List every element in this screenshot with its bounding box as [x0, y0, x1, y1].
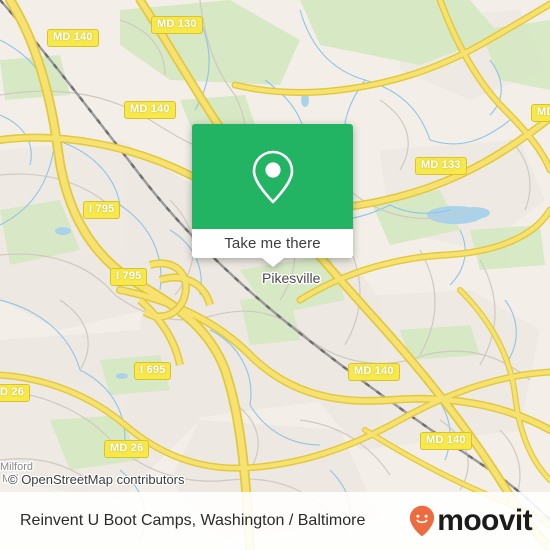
moovit-brand[interactable]: moovit: [409, 504, 533, 537]
location-callout-card[interactable]: Take me there: [192, 124, 353, 267]
bottom-bar: Reinvent U Boot Camps, Washington / Balt…: [0, 492, 550, 550]
callout-header: [192, 124, 353, 229]
moovit-smiley-pin-icon: [410, 505, 435, 537]
place-label-pikesville: Pikesville: [262, 270, 321, 286]
road-shield-md-140-n[interactable]: MD 140: [124, 101, 176, 119]
road-shield-md-140-s[interactable]: MD 140: [420, 432, 472, 450]
road-shield-md-140-se[interactable]: MD 140: [348, 363, 400, 381]
road-shield-md-130[interactable]: MD 130: [151, 16, 203, 34]
osm-attribution[interactable]: © OpenStreetMap contributors: [8, 472, 185, 487]
road-shield-md-133[interactable]: MD 133: [415, 157, 467, 175]
road-shield-md-140-nw[interactable]: MD 140: [47, 29, 99, 47]
road-shield-md-26[interactable]: MD 26: [104, 440, 150, 458]
moovit-wordmark: moovit: [437, 504, 532, 537]
callout-tail: [262, 258, 284, 267]
road-shield-i-695[interactable]: I 695: [134, 362, 172, 380]
road-shield-i-795-n[interactable]: I 795: [83, 201, 121, 219]
callout-footer[interactable]: Take me there: [192, 229, 353, 267]
map-canvas[interactable]: Pikesville Milford Mill MD 140 MD 130 MD…: [0, 0, 550, 550]
road-shield-md-east-cut[interactable]: MD: [531, 104, 550, 122]
road-shield-i-795-s[interactable]: I 795: [110, 268, 148, 286]
location-pin-icon: [252, 150, 293, 203]
moovit-map-screen: Pikesville Milford Mill MD 140 MD 130 MD…: [0, 0, 550, 550]
location-title: Reinvent U Boot Camps, Washington / Balt…: [20, 512, 366, 529]
road-shield-md-26-west-cut[interactable]: D 26: [0, 384, 31, 402]
take-me-there-label: Take me there: [224, 235, 321, 252]
